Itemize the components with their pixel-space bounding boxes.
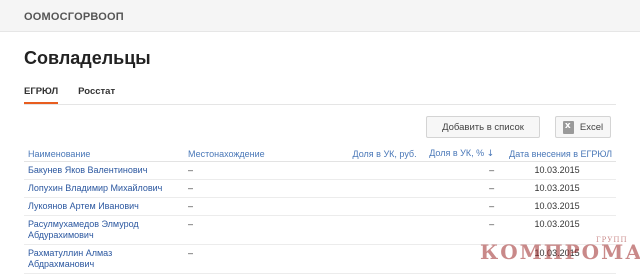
owner-name-link[interactable]: Расулмухамедов Элмурод Абдурахимович <box>24 215 184 245</box>
column-header-share-rub[interactable]: Доля в УК, руб. <box>344 147 421 162</box>
tab-egrul[interactable]: ЕГРЮЛ <box>24 86 59 104</box>
owner-share-rub <box>344 161 421 180</box>
table-row: Лопухин Владимир Михайлович – – 10.03.20… <box>24 179 616 198</box>
owner-share-rub <box>344 179 421 198</box>
table-row: Бакунев Яков Валентинович – – 10.03.2015 <box>24 161 616 180</box>
tabs: ЕГРЮЛ Росстат <box>24 86 115 104</box>
tab-rosstat[interactable]: Росстат <box>78 86 115 104</box>
column-header-location[interactable]: Местонахождение <box>184 147 344 162</box>
watermark-logo-sub: ГРУПП <box>596 236 628 244</box>
add-to-list-button[interactable]: Добавить в список <box>426 116 540 138</box>
owner-location: – <box>184 215 344 245</box>
owner-share-pct: – <box>420 179 499 198</box>
owner-location: – <box>184 179 344 198</box>
column-header-name[interactable]: Наименование <box>24 147 184 162</box>
excel-button-label: Excel <box>579 121 604 133</box>
excel-export-button[interactable]: Excel <box>555 116 611 138</box>
owner-name-link[interactable]: Бакунев Яков Валентинович <box>24 161 184 180</box>
owner-location: – <box>184 161 344 180</box>
owner-share-rub <box>344 197 421 216</box>
owner-share-pct: – <box>420 161 499 180</box>
owner-name-link[interactable]: Лопухин Владимир Михайлович <box>24 179 184 198</box>
tabs-divider <box>24 104 616 105</box>
owner-location: – <box>184 197 344 216</box>
owner-name-link[interactable]: Лукоянов Артем Иванович <box>24 197 184 216</box>
share-pct-label: Доля в УК, % <box>429 148 485 159</box>
sort-down-icon: ↓ <box>486 149 495 160</box>
column-header-share-pct[interactable]: Доля в УК, % ↓ <box>420 147 499 162</box>
page-title: Совладельцы <box>24 48 151 68</box>
owner-share-rub <box>344 215 421 245</box>
owner-share-rub <box>344 244 421 274</box>
owner-date: 10.03.2015 <box>498 161 616 180</box>
owner-name-link[interactable]: Рахматуллин Алмаз Абдрахманович <box>24 244 184 274</box>
owner-share-pct: – <box>420 197 499 216</box>
owner-date: 10.03.2015 <box>498 197 616 216</box>
table-row: Лукоянов Артем Иванович – – 10.03.2015 <box>24 197 616 216</box>
table-header-row: Наименование Местонахождение Доля в УК, … <box>24 147 616 162</box>
company-name[interactable]: ООМОСГОРВООП <box>24 11 124 23</box>
owner-location: – <box>184 244 344 274</box>
column-header-date[interactable]: Дата внесения в ЕГРЮЛ <box>498 147 616 162</box>
top-bar: ООМОСГОРВООП <box>0 0 640 32</box>
owner-date: 10.03.2015 <box>498 179 616 198</box>
excel-icon <box>562 120 574 134</box>
